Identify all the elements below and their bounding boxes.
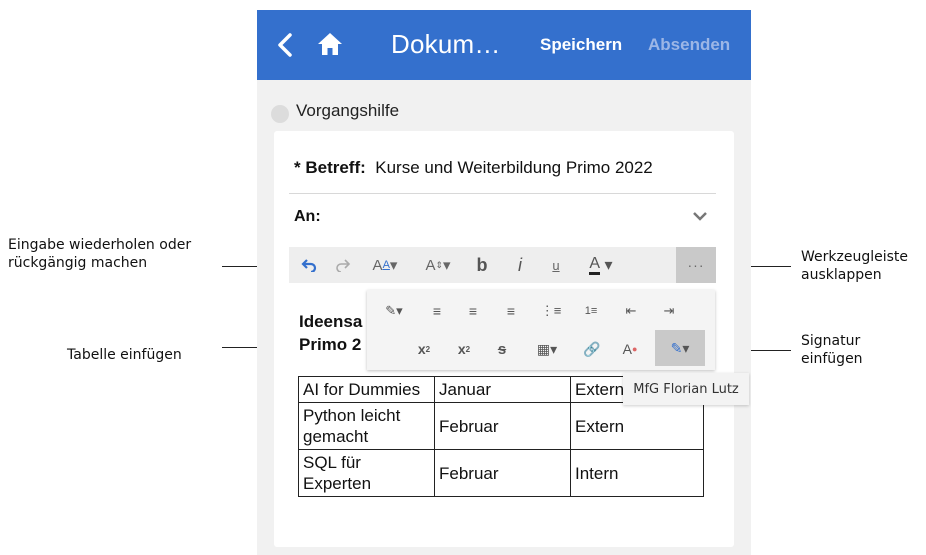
send-button[interactable]: Absenden <box>648 35 730 55</box>
heading-line-1: Ideensa <box>299 312 363 331</box>
annotation-signature-insert: Signatur einfügen <box>801 333 863 367</box>
table-icon[interactable]: ▦▾ <box>527 334 567 364</box>
numbered-list-icon[interactable]: 1≡ <box>577 296 605 326</box>
link-icon[interactable]: 🔗 <box>577 334 607 364</box>
recipient-label: An: <box>294 208 321 225</box>
table-cell[interactable]: SQL für Experten <box>298 449 435 497</box>
clear-format-icon[interactable]: A ● <box>615 334 645 364</box>
indent-decrease-icon[interactable]: ⇤ <box>617 296 645 326</box>
annotation-expand-toolbar: Werkzeugleiste ausklappen <box>801 249 909 283</box>
align-left-icon[interactable]: ≡ <box>423 296 451 326</box>
app-screen: Dokum… Speichern Absenden Vorgangshilfe … <box>257 10 751 555</box>
table-cell[interactable]: Februar <box>434 449 571 497</box>
table-cell[interactable]: Extern <box>570 402 704 450</box>
font-size-icon[interactable]: A ⇕ ▾ <box>419 247 457 283</box>
bullet-list-icon[interactable]: ⋮≡ <box>537 296 565 326</box>
vorgangshilfe-label: Vorgangshilfe <box>296 101 400 120</box>
subject-value: Kurse und Weiterbildung Primo 2022 <box>375 158 653 177</box>
back-arrow-icon[interactable] <box>273 30 297 60</box>
vorgangshilfe-checkbox[interactable] <box>271 105 289 123</box>
strikethrough-icon[interactable]: s <box>487 334 517 364</box>
superscript-icon[interactable]: x2 <box>409 334 439 364</box>
table-cell[interactable]: Februar <box>434 402 571 450</box>
table-row: Python leicht gemacht Februar Extern <box>298 402 704 450</box>
expanded-toolbar-popup: ✎▾ ≡ ≡ ≡ ⋮≡ 1≡ ⇤ ⇥ x2 x2 s ▦▾ 🔗 A ● ✎ ▾ <box>367 290 715 370</box>
italic-icon[interactable]: i <box>507 247 533 283</box>
document-heading: Ideensa Primo 2 <box>299 310 362 356</box>
subscript-icon[interactable]: x2 <box>449 334 479 364</box>
top-bar: Dokum… Speichern Absenden <box>257 10 751 80</box>
align-center-icon[interactable]: ≡ <box>459 296 487 326</box>
table-row: SQL für Experten Februar Intern <box>298 449 704 497</box>
font-color-icon[interactable]: A ▾ <box>581 247 621 283</box>
table-cell[interactable]: Python leicht gemacht <box>298 402 435 450</box>
highlighter-icon[interactable]: ✎▾ <box>375 296 413 326</box>
redo-icon[interactable] <box>329 247 357 283</box>
align-right-icon[interactable]: ≡ <box>497 296 525 326</box>
subject-field[interactable]: * Betreff: Kurse und Weiterbildung Primo… <box>294 158 653 178</box>
heading-line-2: Primo 2 <box>299 335 362 354</box>
divider <box>289 193 716 194</box>
signature-icon: ✎ ▾ <box>670 339 690 356</box>
more-options-icon[interactable]: ··· <box>676 247 716 283</box>
annotation-table-insert: Tabelle einfügen <box>67 347 182 363</box>
table-cell[interactable]: Januar <box>434 376 571 403</box>
indent-increase-icon[interactable]: ⇥ <box>655 296 683 326</box>
undo-icon[interactable] <box>295 247 323 283</box>
page-title: Dokum… <box>391 29 501 59</box>
signature-tooltip[interactable]: MfG Florian Lutz <box>623 373 749 405</box>
chevron-down-icon[interactable] <box>692 210 708 222</box>
home-icon[interactable] <box>317 32 343 56</box>
bold-icon[interactable]: b <box>469 247 495 283</box>
annotation-undo-redo: Eingabe wiederholen oder rückgängig mach… <box>8 237 192 271</box>
editor-toolbar: A A ▾ A ⇕ ▾ b i u A ▾ ··· <box>289 247 716 283</box>
signature-button[interactable]: ✎ ▾ <box>655 330 705 366</box>
underline-icon[interactable]: u <box>543 247 569 283</box>
table-cell[interactable]: Intern <box>570 449 704 497</box>
save-button[interactable]: Speichern <box>540 35 622 55</box>
font-style-icon[interactable]: A A ▾ <box>365 247 405 283</box>
table-cell[interactable]: AI for Dummies <box>298 376 435 403</box>
subject-label: * Betreff: <box>294 158 366 177</box>
